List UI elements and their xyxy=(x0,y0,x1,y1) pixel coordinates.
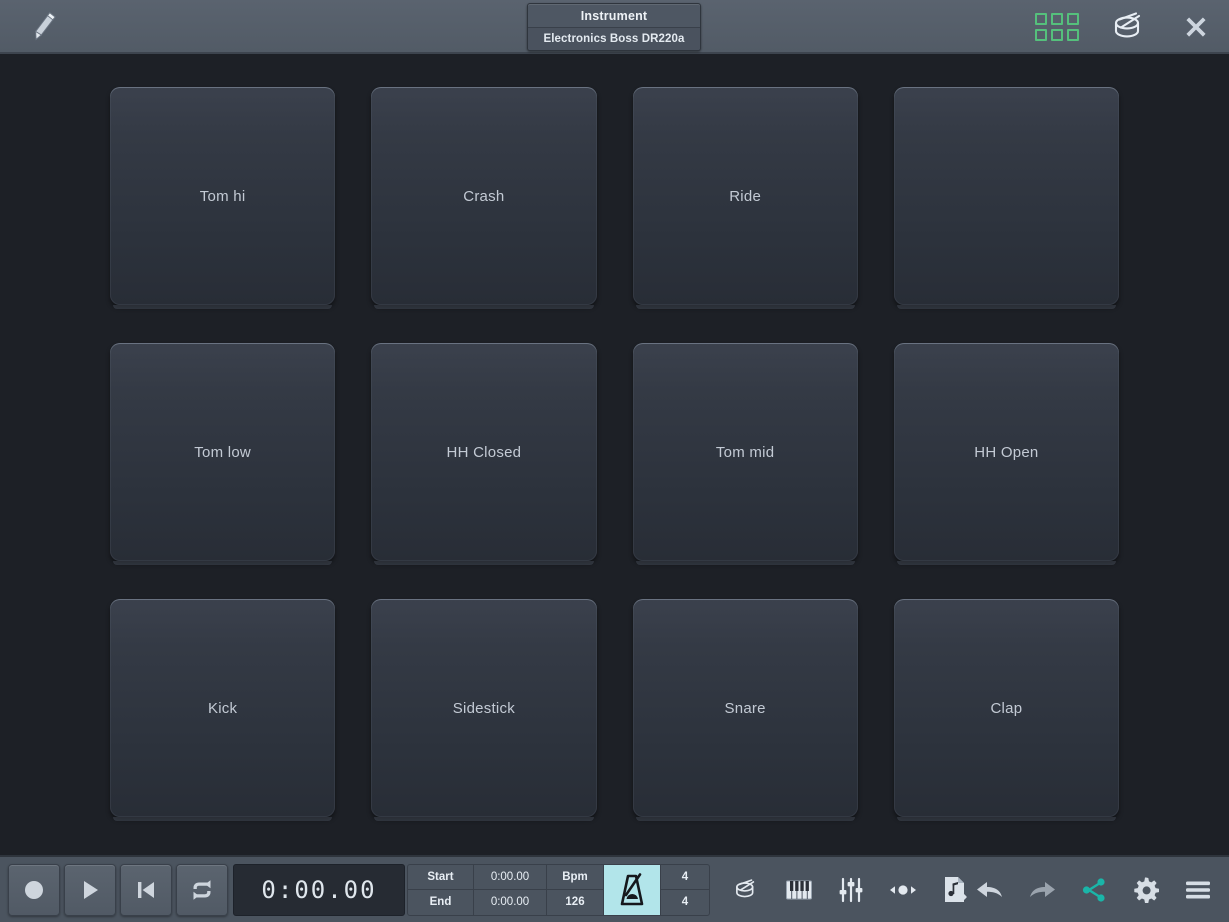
piano-keyboard-icon[interactable] xyxy=(784,875,814,905)
drum-pad[interactable] xyxy=(893,87,1119,309)
drum-pad[interactable]: Ride xyxy=(632,87,858,309)
drum-pad[interactable]: Tom mid xyxy=(632,343,858,565)
pencil-icon-glyph xyxy=(34,12,56,41)
share-icon[interactable] xyxy=(1079,875,1109,905)
drum-pad[interactable]: Tom hi xyxy=(110,87,336,309)
midi-notes-icon[interactable] xyxy=(888,875,918,905)
marker-panel: Start End 0:00.00 0:00.00 Bpm 126 4 4 xyxy=(407,863,710,916)
midi-notes-icon-glyph xyxy=(890,884,916,895)
grid-cell xyxy=(1035,13,1047,25)
drum-pad[interactable]: Crash xyxy=(371,87,597,309)
drum-pad-label: Ride xyxy=(729,187,762,205)
time-signature-numerator[interactable]: 4 xyxy=(661,865,709,890)
skip-to-start-icon xyxy=(138,881,154,898)
drum-pad-grid: Tom hi Crash Ride Tom low HH Closed Tom … xyxy=(110,87,1119,821)
share-icon-glyph xyxy=(1082,877,1105,902)
top-bar-left xyxy=(0,9,90,43)
close-icon-glyph xyxy=(1186,17,1206,37)
grid-cell xyxy=(1035,29,1047,41)
instrument-selector[interactable]: Instrument Electronics Boss DR220a xyxy=(527,3,701,51)
drum-pad-label: Snare xyxy=(724,699,766,717)
marker-labels-column: Start End xyxy=(408,864,474,915)
score-file-icon[interactable] xyxy=(940,875,970,905)
transport-controls xyxy=(8,863,228,916)
pencil-icon[interactable] xyxy=(28,9,62,43)
grid-cell xyxy=(1051,29,1063,41)
grid-cell xyxy=(1067,29,1079,41)
bpm-label: Bpm xyxy=(547,865,603,890)
instrument-selector-value: Electronics Boss DR220a xyxy=(528,28,700,50)
drum-pad[interactable]: HH Closed xyxy=(371,343,597,565)
piano-keyboard-icon-glyph xyxy=(786,880,812,899)
drum-pad[interactable]: Snare xyxy=(632,599,858,821)
loop-icon xyxy=(193,879,211,900)
drum-pad-label: Sidestick xyxy=(452,699,516,717)
drum-icon[interactable] xyxy=(732,875,762,905)
instrument-tools xyxy=(732,875,970,905)
drum-pad-label: Crash xyxy=(463,187,505,205)
redo-icon-glyph xyxy=(1030,881,1055,897)
drum-pad-label: Kick xyxy=(207,699,238,717)
drum-pad[interactable]: Clap xyxy=(893,599,1119,821)
start-label: Start xyxy=(408,865,473,890)
time-signature-column: 4 4 xyxy=(661,865,709,915)
drum-pad[interactable]: Sidestick xyxy=(371,599,597,821)
time-display-value: 0:00.00 xyxy=(261,875,377,904)
drum-icon-glyph xyxy=(1114,12,1141,38)
grid-cell xyxy=(1067,13,1079,25)
mixer-sliders-icon[interactable] xyxy=(836,875,866,905)
drum-pad-label: Tom hi xyxy=(199,187,246,205)
grid-icon-glyph xyxy=(1035,13,1079,41)
transport-bar: 0:00.00 Start End 0:00.00 0:00.00 Bpm 12… xyxy=(0,855,1229,922)
settings-gear-icon-glyph xyxy=(1134,877,1159,903)
skip-to-start-button[interactable] xyxy=(120,863,172,916)
bpm-column: Bpm 126 xyxy=(547,864,604,915)
drum-pad-label: Tom mid xyxy=(715,443,775,461)
drum-pad-label: Clap xyxy=(990,699,1023,717)
loop-button[interactable] xyxy=(176,863,228,916)
start-value[interactable]: 0:00.00 xyxy=(474,865,546,890)
end-label: End xyxy=(429,896,452,909)
drum-pad[interactable]: HH Open xyxy=(893,343,1119,565)
drum-pad-label: HH Open xyxy=(974,443,1039,461)
record-icon xyxy=(25,880,43,899)
undo-icon-glyph xyxy=(977,881,1002,897)
record-button[interactable] xyxy=(8,863,60,916)
drum-pad[interactable]: Tom low xyxy=(110,343,336,565)
action-tools xyxy=(975,875,1221,905)
bpm-value[interactable]: 126 xyxy=(547,890,603,915)
grid-cell xyxy=(1051,13,1063,25)
end-value[interactable]: 0:00.00 xyxy=(474,890,546,915)
top-bar-right xyxy=(1035,0,1213,54)
mixer-sliders-icon-glyph xyxy=(839,877,863,902)
top-bar: Instrument Electronics Boss DR220a xyxy=(0,0,1229,54)
time-signature-denominator[interactable]: 4 xyxy=(661,890,709,915)
pad-area: Tom hi Crash Ride Tom low HH Closed Tom … xyxy=(0,54,1229,855)
grid-icon[interactable] xyxy=(1035,13,1079,41)
redo-icon[interactable] xyxy=(1027,875,1057,905)
hamburger-menu-icon[interactable] xyxy=(1183,875,1213,905)
drum-pad[interactable]: Kick xyxy=(110,599,336,821)
play-icon xyxy=(84,880,98,899)
score-file-icon-glyph xyxy=(945,876,967,902)
drum-icon[interactable] xyxy=(1109,10,1149,44)
hamburger-menu-icon-glyph xyxy=(1186,881,1210,898)
drum-pad-label: Tom low xyxy=(194,443,251,461)
close-icon[interactable] xyxy=(1179,10,1213,44)
drum-icon-glyph xyxy=(736,878,755,897)
marker-values-column: 0:00.00 0:00.00 xyxy=(474,864,547,915)
metronome-icon xyxy=(620,872,644,905)
undo-icon[interactable] xyxy=(975,875,1005,905)
time-display[interactable]: 0:00.00 xyxy=(233,863,405,916)
drum-machine-app: Instrument Electronics Boss DR220a Tom h… xyxy=(0,0,1229,922)
settings-gear-icon[interactable] xyxy=(1131,875,1161,905)
drum-pad-label: HH Closed xyxy=(446,443,522,461)
metronome-button[interactable] xyxy=(604,864,661,915)
instrument-selector-title: Instrument xyxy=(528,4,700,28)
play-button[interactable] xyxy=(64,863,116,916)
